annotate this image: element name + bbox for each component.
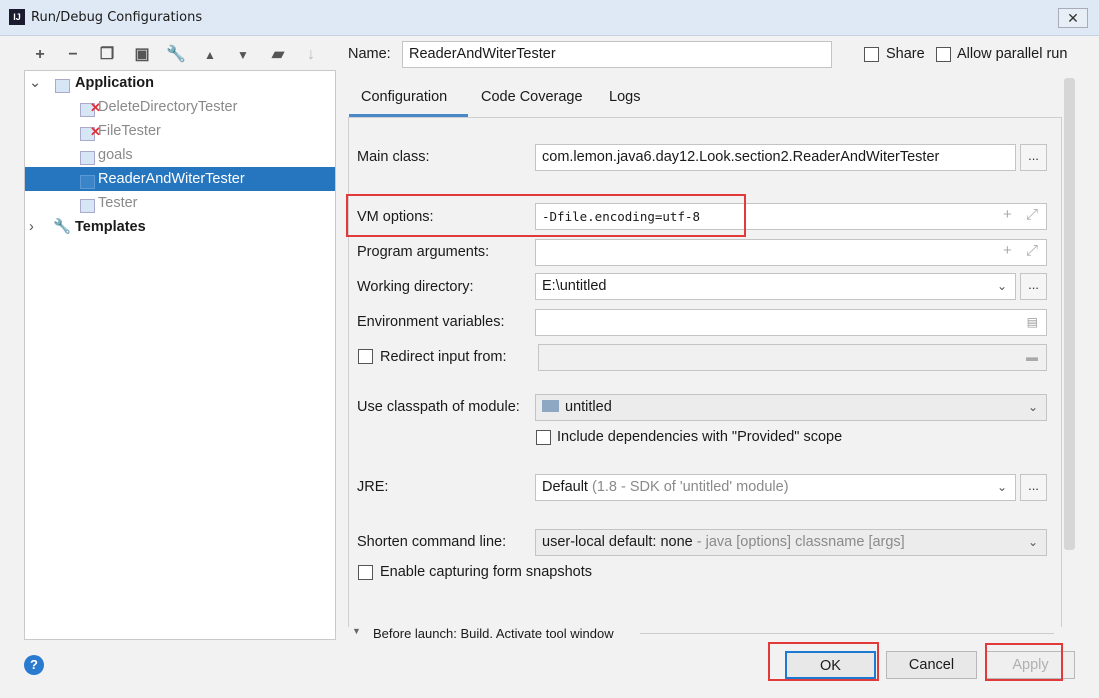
- classpath-module-combo[interactable]: untitled ⌄: [535, 394, 1047, 421]
- tree-item-selected[interactable]: ReaderAndWiterTester: [25, 167, 335, 191]
- module-folder-icon: [542, 400, 559, 412]
- new-folder-icon[interactable]: ▰: [265, 44, 291, 66]
- minus-icon[interactable]: −: [60, 44, 86, 66]
- share-checkbox[interactable]: [864, 47, 879, 62]
- expand-icon[interactable]: ⤢: [1026, 242, 1038, 259]
- copy-icon[interactable]: ❐: [94, 44, 120, 66]
- before-launch-label: Before launch: Build, Activate tool wind…: [373, 626, 614, 638]
- save-icon[interactable]: ▣: [129, 44, 155, 66]
- environment-variables-input[interactable]: ▤: [535, 309, 1047, 336]
- close-button[interactable]: ✕: [1058, 8, 1088, 28]
- intellij-app-icon: IJ: [9, 9, 25, 25]
- include-provided-checkbox[interactable]: [536, 430, 551, 445]
- shorten-hint: - java [options] classname [args]: [696, 534, 905, 550]
- config-icon: [80, 199, 95, 213]
- browse-main-class-button[interactable]: ...: [1020, 144, 1047, 171]
- config-icon: ✕: [80, 124, 101, 141]
- add-icon[interactable]: +: [1003, 242, 1012, 259]
- tab-logs[interactable]: Logs: [609, 89, 640, 105]
- tree-node-templates[interactable]: › 🔧 Templates: [25, 215, 335, 239]
- main-class-input[interactable]: com.lemon.java6.day12.Look.section2.Read…: [535, 144, 1016, 171]
- cancel-button[interactable]: Cancel: [886, 651, 977, 679]
- highlight-box: [768, 642, 879, 681]
- chevron-down-icon: ⌄: [996, 279, 1007, 293]
- add-icon[interactable]: +: [1003, 206, 1012, 223]
- highlight-box: [985, 643, 1063, 681]
- application-icon: [55, 79, 70, 93]
- config-icon: [80, 151, 95, 165]
- tree-item[interactable]: Tester: [25, 191, 335, 215]
- sort-icon[interactable]: ↓: [298, 44, 324, 66]
- jre-value: Default: [542, 479, 588, 495]
- tab-configuration[interactable]: Configuration: [361, 89, 447, 105]
- working-directory-label: Working directory:: [357, 279, 474, 295]
- folder-icon[interactable]: ▬: [1026, 345, 1038, 370]
- scrollbar[interactable]: [1064, 78, 1075, 550]
- config-icon: ✕: [80, 100, 101, 117]
- chevron-down-icon: ⌄: [1027, 400, 1038, 414]
- title-bar: IJ Run/Debug Configurations ✕: [0, 0, 1099, 36]
- expand-icon[interactable]: ⤢: [1026, 206, 1038, 223]
- window-title: Run/Debug Configurations: [31, 10, 203, 25]
- jre-hint: (1.8 - SDK of 'untitled' module): [591, 479, 789, 495]
- environment-variables-label: Environment variables:: [357, 314, 505, 330]
- working-directory-value: E:\untitled: [542, 278, 607, 294]
- program-arguments-label: Program arguments:: [357, 244, 490, 260]
- document-icon[interactable]: ▤: [1027, 310, 1038, 335]
- classpath-module-label: Use classpath of module:: [357, 399, 520, 415]
- name-input[interactable]: ReaderAndWiterTester: [402, 41, 832, 68]
- include-provided-label: Include dependencies with "Provided" sco…: [557, 429, 843, 445]
- wrench-icon: 🔧: [53, 219, 72, 235]
- chevron-down-icon: ⌄: [1027, 535, 1038, 549]
- move-up-icon[interactable]: ▲: [197, 44, 223, 66]
- chevron-down-icon[interactable]: ⌄: [29, 71, 41, 95]
- name-label: Name:: [348, 46, 391, 62]
- shorten-command-line-label: Shorten command line:: [357, 534, 507, 550]
- plus-icon[interactable]: +: [27, 44, 53, 66]
- chevron-down-icon: ⌄: [996, 480, 1007, 494]
- divider: [640, 633, 1054, 634]
- wrench-icon[interactable]: 🔧: [163, 44, 189, 66]
- program-arguments-input[interactable]: [535, 239, 1047, 266]
- redirect-input-field[interactable]: ▬: [538, 344, 1047, 371]
- capture-snapshots-label: Enable capturing form snapshots: [380, 564, 592, 580]
- jre-combo[interactable]: Default (1.8 - SDK of 'untitled' module)…: [535, 474, 1016, 501]
- classpath-module-value: untitled: [565, 399, 612, 415]
- share-label: Share: [886, 46, 925, 62]
- capture-snapshots-checkbox[interactable]: [358, 565, 373, 580]
- tree-item[interactable]: ✕ DeleteDirectoryTester: [25, 95, 335, 119]
- jre-label: JRE:: [357, 479, 389, 495]
- configuration-tree[interactable]: ⌄ Application ✕ DeleteDirectoryTester ✕ …: [24, 70, 336, 640]
- tree-item[interactable]: ✕ FileTester: [25, 119, 335, 143]
- tree-node-application[interactable]: ⌄ Application: [25, 71, 335, 95]
- browse-jre-button[interactable]: ...: [1020, 474, 1047, 501]
- tree-item[interactable]: goals: [25, 143, 335, 167]
- redirect-input-label: Redirect input from:: [380, 349, 507, 365]
- allow-parallel-label: Allow parallel run: [957, 46, 1068, 62]
- allow-parallel-checkbox[interactable]: [936, 47, 951, 62]
- help-button[interactable]: ?: [24, 655, 44, 675]
- config-icon: [80, 175, 95, 189]
- main-class-label: Main class:: [357, 149, 430, 165]
- shorten-command-line-combo[interactable]: user-local default: none - java [options…: [535, 529, 1047, 556]
- redirect-input-checkbox[interactable]: [358, 349, 373, 364]
- move-down-icon[interactable]: ▼: [230, 44, 256, 66]
- shorten-value: user-local default: none: [542, 534, 693, 550]
- before-launch-section[interactable]: ▼ Before launch: Build, Activate tool wi…: [340, 626, 1060, 638]
- working-directory-combo[interactable]: E:\untitled ⌄: [535, 273, 1016, 300]
- tab-code-coverage[interactable]: Code Coverage: [481, 89, 583, 105]
- chevron-right-icon[interactable]: ›: [29, 215, 34, 239]
- collapse-triangle-icon[interactable]: ▼: [352, 626, 361, 636]
- highlight-box: [346, 194, 746, 237]
- browse-working-directory-button[interactable]: ...: [1020, 273, 1047, 300]
